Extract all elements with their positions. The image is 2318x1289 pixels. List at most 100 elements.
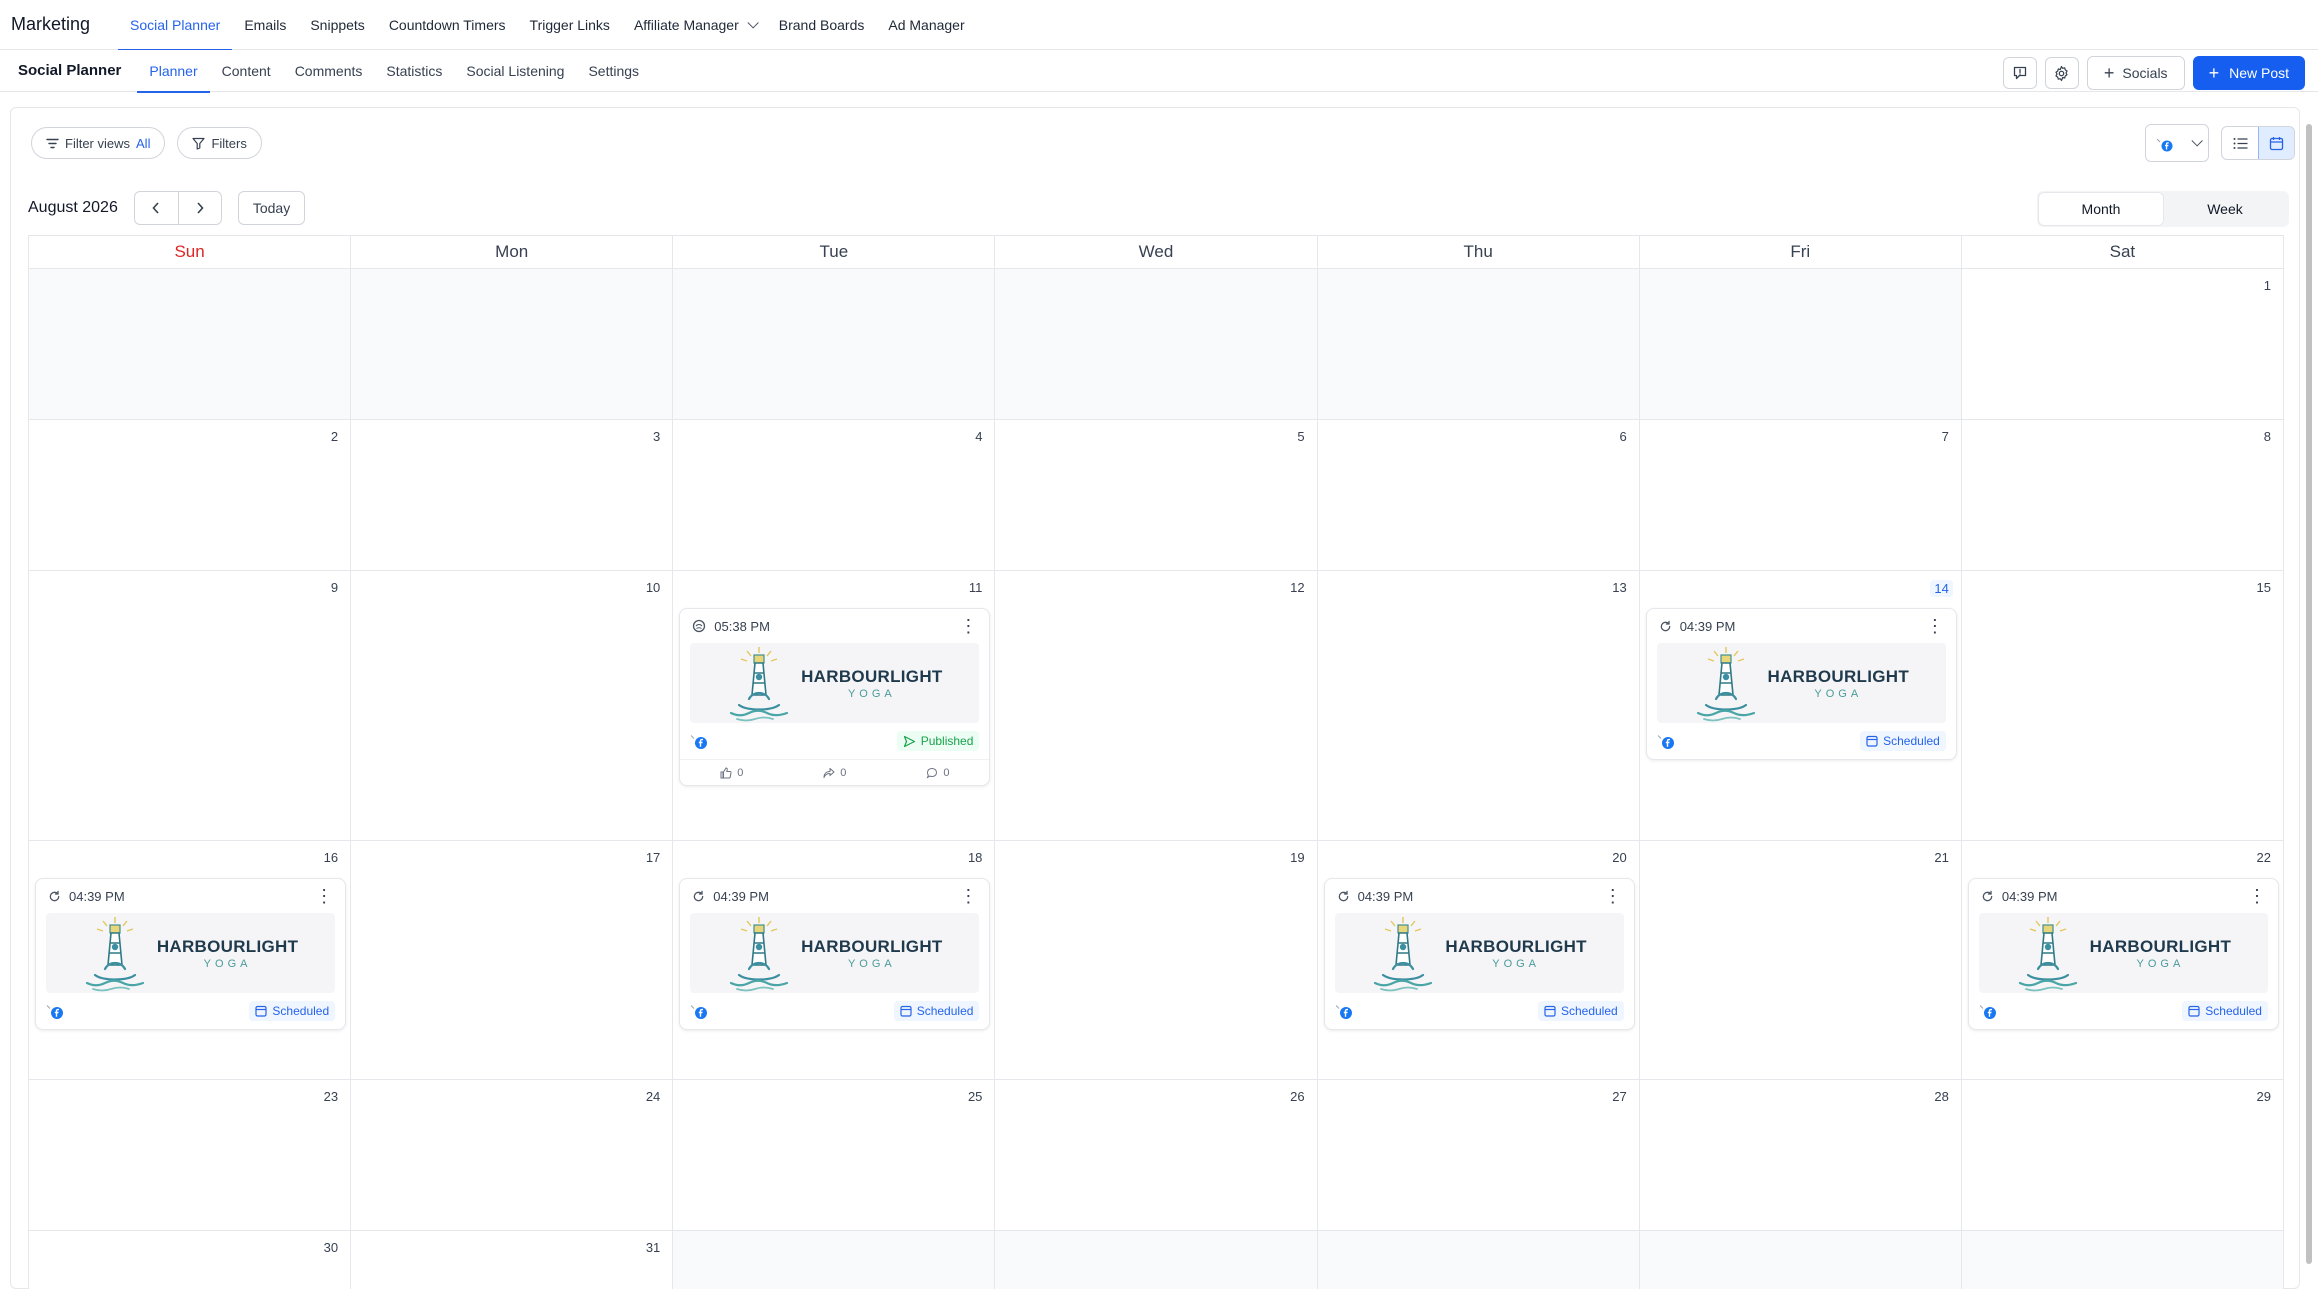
post-image[interactable]: HARBOURLIGHT YOGA xyxy=(46,913,336,993)
calendar-day-empty xyxy=(1639,269,1962,420)
yoga-lighthouse-logo xyxy=(1696,647,1755,722)
vertical-scrollbar[interactable] xyxy=(2305,110,2313,1280)
calendar-day-cell[interactable]: 22 04:39 PM ⋮ HARBOURLIGHT YOGA Scheduled xyxy=(1961,841,2284,1080)
send-icon xyxy=(903,735,915,747)
calendar-day-cell[interactable]: 5 xyxy=(995,420,1318,571)
more-options-icon[interactable]: ⋮ xyxy=(1926,617,1944,635)
calendar-day-cell[interactable]: 3 xyxy=(351,420,674,571)
month-label: August 2026 xyxy=(28,199,118,216)
calendar-day-cell[interactable]: 25 xyxy=(673,1080,996,1231)
calendar-day-cell[interactable]: 12 xyxy=(995,571,1318,841)
day-number: 9 xyxy=(330,580,339,595)
post-image[interactable]: HARBOURLIGHT YOGA xyxy=(1978,913,2268,993)
calendar-day-cell[interactable]: 2 xyxy=(29,420,352,571)
calendar-day-cell[interactable]: 30 xyxy=(29,1231,352,1289)
tab-planner[interactable]: Planner xyxy=(137,51,210,93)
month-view-tab[interactable]: Month xyxy=(2039,193,2163,225)
tab-content[interactable]: Content xyxy=(210,51,283,91)
calendar-day-cell[interactable]: 26 xyxy=(995,1080,1318,1231)
calendar-day-cell[interactable]: 17 xyxy=(351,841,674,1080)
filters-button[interactable]: Filters xyxy=(177,127,262,159)
post-card[interactable]: 04:39 PM ⋮ HARBOURLIGHT YOGA Scheduled xyxy=(679,878,991,1030)
calendar-day-cell[interactable]: 24 xyxy=(351,1080,674,1231)
yoga-lighthouse-logo xyxy=(2018,917,2077,992)
post-image[interactable]: HARBOURLIGHT YOGA xyxy=(1656,643,1946,723)
tab-statistics[interactable]: Statistics xyxy=(374,51,454,91)
calendar-day-cell[interactable]: 1 xyxy=(1961,269,2284,420)
post-header: 04:39 PM ⋮ xyxy=(36,879,345,913)
calendar-day-cell[interactable]: 19 xyxy=(995,841,1318,1080)
calendar-day-cell[interactable]: 11 05:38 PM ⋮ HARBOURLIGHT YOGA Published 0 0 0 xyxy=(673,571,996,841)
day-number: 2 xyxy=(330,429,339,444)
next-month-button[interactable] xyxy=(177,192,221,224)
nav-brand-boards[interactable]: Brand Boards xyxy=(767,1,877,49)
post-card[interactable]: 04:39 PM ⋮ HARBOURLIGHT YOGA Scheduled xyxy=(1967,878,2279,1030)
status-badge: Scheduled xyxy=(893,1001,980,1021)
status-label: Scheduled xyxy=(1560,1004,1618,1018)
calendar-day-cell[interactable]: 29 xyxy=(1961,1080,2284,1231)
new-post-button[interactable]: + New Post xyxy=(2192,56,2305,90)
filter-views-button[interactable]: Filter views All xyxy=(31,127,166,159)
account-selector[interactable] xyxy=(2145,124,2209,162)
more-options-icon[interactable]: ⋮ xyxy=(959,887,977,905)
more-options-icon[interactable]: ⋮ xyxy=(2248,887,2266,905)
post-card[interactable]: 04:39 PM ⋮ HARBOURLIGHT YOGA Scheduled xyxy=(1645,608,1957,760)
week-view-tab[interactable]: Week xyxy=(2163,193,2287,225)
scrollbar-thumb[interactable] xyxy=(2306,124,2312,1264)
feedback-icon xyxy=(2013,66,2027,80)
nav-snippets[interactable]: Snippets xyxy=(298,1,376,49)
post-card[interactable]: 04:39 PM ⋮ HARBOURLIGHT YOGA Scheduled xyxy=(35,878,347,1030)
day-number: 14 xyxy=(1930,580,1953,597)
calendar-day-cell[interactable]: 16 04:39 PM ⋮ HARBOURLIGHT YOGA Scheduled xyxy=(29,841,352,1080)
chevron-down-icon xyxy=(747,16,759,29)
settings-button[interactable] xyxy=(2044,57,2079,89)
shares-stat: 0 xyxy=(823,767,846,779)
more-options-icon[interactable]: ⋮ xyxy=(959,617,977,635)
calendar-day-cell[interactable]: 18 04:39 PM ⋮ HARBOURLIGHT YOGA Scheduled xyxy=(673,841,996,1080)
calendar-day-cell[interactable]: 9 xyxy=(29,571,352,841)
day-number: 7 xyxy=(1941,429,1949,444)
nav-affiliate-manager[interactable]: Affiliate Manager xyxy=(622,1,767,49)
calendar-day-cell[interactable]: 20 04:39 PM ⋮ HARBOURLIGHT YOGA Scheduled xyxy=(1317,841,1640,1080)
post-engagement: 0 0 0 xyxy=(680,759,990,785)
more-options-icon[interactable]: ⋮ xyxy=(315,887,333,905)
nav-emails[interactable]: Emails xyxy=(232,1,298,49)
calendar-day-cell[interactable]: 23 xyxy=(29,1080,352,1231)
post-image[interactable]: HARBOURLIGHT YOGA xyxy=(1334,913,1624,993)
weekday-header-row: Sun Mon Tue Wed Thu Fri Sat xyxy=(29,236,2284,269)
calendar-day-cell[interactable]: 15 xyxy=(1961,571,2284,841)
nav-ad-manager[interactable]: Ad Manager xyxy=(876,1,976,49)
tab-social-listening[interactable]: Social Listening xyxy=(454,51,576,91)
nav-countdown-timers[interactable]: Countdown Timers xyxy=(377,1,518,49)
brand-text: HARBOURLIGHT YOGA xyxy=(801,667,942,700)
previous-month-button[interactable] xyxy=(135,192,178,224)
nav-trigger-links[interactable]: Trigger Links xyxy=(518,1,622,49)
post-card[interactable]: 05:38 PM ⋮ HARBOURLIGHT YOGA Published 0 0 0 xyxy=(679,608,991,786)
calendar-day-cell[interactable]: 14 04:39 PM ⋮ HARBOURLIGHT YOGA Scheduled xyxy=(1639,571,1962,841)
add-socials-button[interactable]: + Socials xyxy=(2086,56,2185,90)
brand-name: HARBOURLIGHT xyxy=(801,666,943,686)
calendar-day-cell[interactable]: 31 xyxy=(351,1231,674,1289)
post-image[interactable]: HARBOURLIGHT YOGA xyxy=(690,913,980,993)
nav-social-planner[interactable]: Social Planner xyxy=(118,1,233,51)
calendar-day-cell[interactable]: 28 xyxy=(1639,1080,1962,1231)
calendar-day-cell[interactable]: 6 xyxy=(1317,420,1640,571)
calendar-day-cell[interactable]: 21 xyxy=(1639,841,1962,1080)
calendar-day-cell[interactable]: 13 xyxy=(1317,571,1640,841)
day-number: 8 xyxy=(2263,429,2271,444)
post-card[interactable]: 04:39 PM ⋮ HARBOURLIGHT YOGA Scheduled xyxy=(1323,878,1635,1030)
calendar-day-cell[interactable]: 8 xyxy=(1961,420,2284,571)
list-view-button[interactable] xyxy=(2222,127,2258,159)
tab-comments[interactable]: Comments xyxy=(283,51,375,91)
day-number: 27 xyxy=(1612,1089,1627,1104)
calendar-day-cell[interactable]: 10 xyxy=(351,571,674,841)
calendar-day-cell[interactable]: 7 xyxy=(1639,420,1962,571)
tab-settings[interactable]: Settings xyxy=(576,51,651,91)
calendar-day-cell[interactable]: 27 xyxy=(1317,1080,1640,1231)
feedback-button[interactable] xyxy=(2002,57,2037,89)
today-button[interactable]: Today xyxy=(237,191,306,225)
post-image[interactable]: HARBOURLIGHT YOGA xyxy=(690,643,980,723)
calendar-day-cell[interactable]: 4 xyxy=(673,420,996,571)
calendar-view-button[interactable] xyxy=(2258,127,2294,159)
more-options-icon[interactable]: ⋮ xyxy=(1604,887,1622,905)
